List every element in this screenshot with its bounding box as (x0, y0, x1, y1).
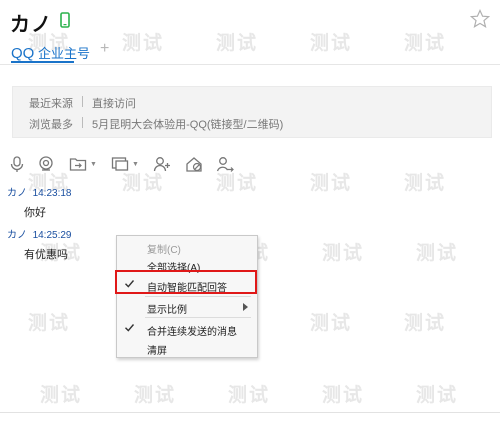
visitor-info-panel: 最近来源 直接访问 浏览最多 5月昆明大会体验用-QQ(链接型/二维码) (12, 86, 492, 138)
menu-item-merge-messages[interactable]: 合并连续发送的消息 (117, 320, 257, 338)
recent-source-label: 最近来源 (29, 98, 73, 110)
watermark-text: 测试 (322, 385, 365, 406)
input-divider (0, 412, 500, 413)
submenu-arrow-icon (243, 303, 248, 311)
tab-qq-main-account[interactable]: QQ 企业主号 (11, 43, 90, 62)
recent-source-value: 直接访问 (92, 98, 136, 110)
context-menu: 复制(C) 全部选择(A) 自动智能匹配回答 显示比例 合并连续发送的消息 清屏 (116, 235, 258, 358)
tab-label-suffix: 企业主号 (37, 46, 90, 61)
watermark-text: 测试 (310, 33, 353, 54)
menu-separator (145, 317, 251, 318)
watermark-text: 测试 (40, 385, 83, 406)
watermark-text: 测试 (122, 33, 165, 54)
message-text: 你好 (24, 207, 46, 219)
menu-item-zoom[interactable]: 显示比例 (117, 298, 257, 316)
camera-icon[interactable] (37, 155, 55, 173)
message-time: 14:23:18 (32, 188, 72, 199)
watermark-text: 测试 (310, 173, 353, 194)
message-time: 14:25:29 (32, 230, 72, 241)
info-divider (82, 96, 83, 107)
menu-item-clear-screen[interactable]: 清屏 (117, 339, 257, 357)
watermark-text: 测试 (404, 173, 447, 194)
chevron-down-icon[interactable]: ▼ (132, 161, 139, 168)
watermark-text: 测试 (310, 313, 353, 334)
watermark-text: 测试 (404, 313, 447, 334)
watermark-text: 测试 (134, 385, 177, 406)
tab-divider (0, 64, 500, 65)
watermark-text: 测试 (28, 313, 71, 334)
message-text: 有优惠吗 (24, 249, 68, 261)
screen-share-icon[interactable] (111, 155, 129, 173)
active-tab-indicator (11, 61, 74, 63)
message-meta: カノ 14:23:18 (7, 184, 72, 199)
block-user-icon[interactable] (185, 155, 203, 173)
watermark-text: 测试 (228, 385, 271, 406)
watermark-text: 测试 (404, 33, 447, 54)
menu-item-label: 显示比例 (147, 305, 187, 316)
message-sender: カノ (7, 230, 27, 241)
checkmark-icon (125, 324, 135, 332)
tab-label-prefix: QQ (11, 45, 35, 62)
watermark-text: 测试 (216, 33, 259, 54)
most-viewed-label: 浏览最多 (29, 119, 73, 131)
phone-icon (60, 12, 70, 28)
contact-name: カノ (10, 14, 52, 36)
transfer-user-icon[interactable] (216, 155, 234, 173)
star-icon[interactable] (470, 9, 490, 29)
add-tab-button[interactable]: + (100, 40, 109, 58)
menu-item-copy[interactable]: 复制(C) (117, 238, 257, 256)
microphone-icon[interactable] (8, 155, 26, 173)
menu-item-label: 合并连续发送的消息 (147, 327, 237, 338)
most-viewed-value[interactable]: 5月昆明大会体验用-QQ(链接型/二维码) (92, 116, 283, 132)
chevron-down-icon[interactable]: ▼ (90, 161, 97, 168)
info-divider (82, 117, 83, 128)
folder-transfer-icon[interactable] (69, 155, 87, 173)
highlight-box (115, 270, 257, 294)
watermark-text: 测试 (322, 243, 365, 264)
watermark-text: 测试 (416, 243, 459, 264)
message-meta: カノ 14:25:29 (7, 226, 72, 241)
add-user-icon[interactable] (153, 155, 171, 173)
message-sender: カノ (7, 188, 27, 199)
menu-separator (145, 296, 251, 297)
menu-item-label: 复制(C) (147, 245, 181, 256)
watermark-text: 测试 (416, 385, 459, 406)
menu-item-label: 清屏 (147, 346, 167, 357)
